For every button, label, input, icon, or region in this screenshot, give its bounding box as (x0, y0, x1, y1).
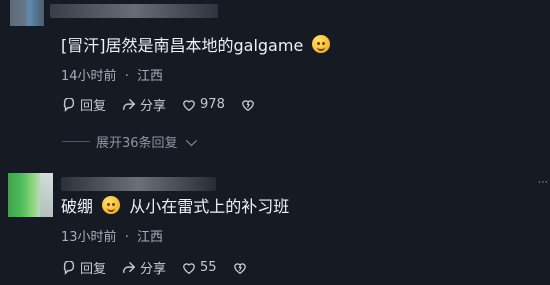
comment-location: 江西 (136, 69, 163, 84)
smiling-face-with-sweat-icon (102, 196, 121, 214)
reply-icon (63, 97, 75, 112)
more-options-icon[interactable]: ⋯ (538, 178, 548, 188)
reply-icon (63, 260, 75, 275)
meta-dot: · (124, 230, 129, 245)
broken-heart-icon (233, 262, 246, 274)
heart-icon (183, 99, 195, 111)
comment-prefix: 破绷 (61, 197, 94, 216)
blurred-username (50, 4, 218, 18)
crying-laughing-face-icon (312, 35, 331, 53)
like-count: 978 (200, 97, 225, 112)
comment-location: 江西 (136, 230, 163, 245)
heart-icon (183, 262, 195, 274)
reply-label: 回复 (80, 99, 107, 114)
share-icon (123, 261, 135, 273)
comment-text: [冒汗]居然是南昌本地的galgame (61, 36, 304, 55)
replies-divider (62, 141, 90, 142)
like-count: 55 (200, 260, 217, 275)
comment-thread: [冒汗]居然是南昌本地的galgame 14小时前 · 江西 回复 分享 978… (0, 0, 550, 285)
reply-button[interactable]: 回复 (62, 258, 106, 277)
comment-time: 13小时前 (61, 230, 117, 245)
comment-text: 从小在雷式上的补习班 (129, 197, 290, 216)
comment-text-row: [冒汗]居然是南昌本地的galgame (61, 34, 334, 58)
reply-button[interactable]: 回复 (62, 95, 106, 114)
share-button[interactable]: 分享 (122, 95, 166, 114)
avatar[interactable] (10, 0, 44, 26)
blurred-username (61, 177, 216, 191)
comment-meta: 14小时前 · 江西 (61, 65, 163, 84)
comment-text-row: 破绷 从小在雷式上的补习班 (61, 195, 289, 219)
comment-actions: 回复 分享 978 (62, 95, 255, 114)
dislike-button[interactable] (233, 261, 247, 275)
comment-actions: 回复 分享 55 (62, 258, 247, 277)
like-button[interactable]: 978 (182, 97, 225, 112)
expand-replies-label: 展开36条回复 (96, 136, 178, 151)
share-button[interactable]: 分享 (122, 258, 166, 277)
broken-heart-icon (241, 99, 254, 111)
share-icon (123, 98, 135, 110)
share-label: 分享 (140, 262, 167, 277)
meta-dot: · (124, 69, 129, 84)
share-label: 分享 (140, 99, 167, 114)
avatar-shadow (40, 173, 53, 217)
dislike-button[interactable] (241, 98, 255, 112)
like-button[interactable]: 55 (182, 260, 217, 275)
chevron-down-icon (185, 134, 197, 146)
reply-label: 回复 (80, 262, 107, 277)
expand-replies-button[interactable]: 展开36条回复 (62, 132, 197, 151)
comment-time: 14小时前 (61, 69, 117, 84)
top-blurred-header (0, 0, 550, 34)
comment-meta: 13小时前 · 江西 (61, 226, 163, 245)
